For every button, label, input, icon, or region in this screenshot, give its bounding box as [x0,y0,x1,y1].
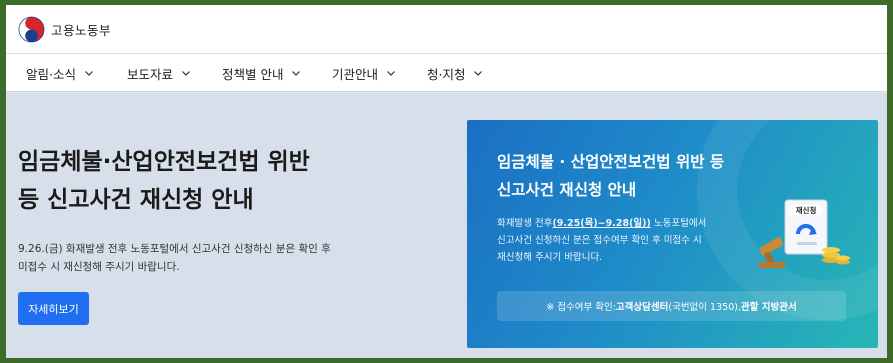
card-desc-line: 신고사건 신청하신 분은 접수여부 확인 후 미접수 시 [497,235,702,246]
chevron-down-icon [474,71,483,76]
note-prefix: ※ 접수여부 확인: [546,302,616,313]
nav-item-label: 보도자료 [127,66,174,82]
nav-item-label: 청·지청 [427,66,466,82]
nav-item-offices[interactable]: 청·지청 [427,54,483,92]
card-contact-note: ※ 접수여부 확인: 고객상담센터 (국번없이 1350), 관할 지방관서 [497,291,846,321]
nav-item-label: 알림·소식 [26,66,76,82]
card-title-line: 임금체불 · 산업안전보건법 위반 등 [497,153,725,171]
detail-button[interactable]: 자세히보기 [18,292,89,325]
taegeuk-logo-icon[interactable] [18,16,45,43]
note-center: 고객상담센터 [615,302,669,313]
card-desc-line: 화재발생 전후(9.25(목)~9.28(일)) 노동포털에서 [497,215,737,232]
card-desc-text: 노동포털에서 [650,218,707,229]
nav-item-label: 기관안내 [332,66,379,82]
nav-item-press[interactable]: 보도자료 [127,54,191,92]
illus-badge-text: 재신청 [796,205,817,215]
card-description: 화재발생 전후(9.25(목)~9.28(일)) 노동포털에서 신고사건 신청하… [497,215,737,266]
note-phone: (국번없이 1350), [668,302,741,313]
nav-item-about[interactable]: 기관안내 [332,54,396,92]
card-date-range: (9.25(목)~9.28(일)) [552,218,651,229]
hero-title: 임금체불·산업안전보건법 위반 등 신고사건 재신청 안내 [18,143,398,219]
note-office: 관할 지방관서 [740,302,797,313]
card-desc-text: 화재발생 전후 [497,218,553,229]
hero-desc-line: 미접수 시 재신청해 주시기 바랍니다. [18,261,180,273]
hero-desc-line: 9.26.(금) 화재발생 전후 노동포털에서 신고사건 신청하신 분은 확인 … [18,243,331,255]
card-desc-line: 재신청해 주시기 바랍니다. [497,252,603,263]
hero-title-line: 등 신고사건 재신청 안내 [18,187,254,213]
hero-description: 9.26.(금) 화재발생 전후 노동포털에서 신고사건 신청하신 분은 확인 … [18,240,358,276]
main-nav: 알림·소식 보도자료 정책별 안내 기관안내 청·지청 [6,54,887,92]
hero-title-line: 임금체불·산업안전보건법 위반 [18,149,310,175]
chevron-down-icon [182,71,190,76]
site-logo-text[interactable]: 고용노동부 [51,20,111,39]
card-title: 임금체불 · 산업안전보건법 위반 등 신고사건 재신청 안내 [497,148,797,204]
nav-item-label: 정책별 안내 [222,66,284,82]
reapply-illustration-icon: 재신청 [759,199,850,268]
card-title-line: 신고사건 재신청 안내 [497,181,637,199]
chevron-down-icon [292,71,301,76]
chevron-down-icon [85,71,93,76]
notice-card[interactable]: 임금체불 · 산업안전보건법 위반 등 신고사건 재신청 안내 화재발생 전후(… [467,120,878,348]
page-frame: 고용노동부 알림·소식 보도자료 정책별 안내 기관안내 청·지청 임금체불·산… [6,5,887,358]
site-header: 고용노동부 [6,5,887,54]
chevron-down-icon [387,71,395,76]
nav-item-news[interactable]: 알림·소식 [26,54,94,92]
hero-banner: 임금체불·산업안전보건법 위반 등 신고사건 재신청 안내 9.26.(금) 화… [6,93,887,358]
nav-item-policy[interactable]: 정책별 안내 [222,54,301,92]
